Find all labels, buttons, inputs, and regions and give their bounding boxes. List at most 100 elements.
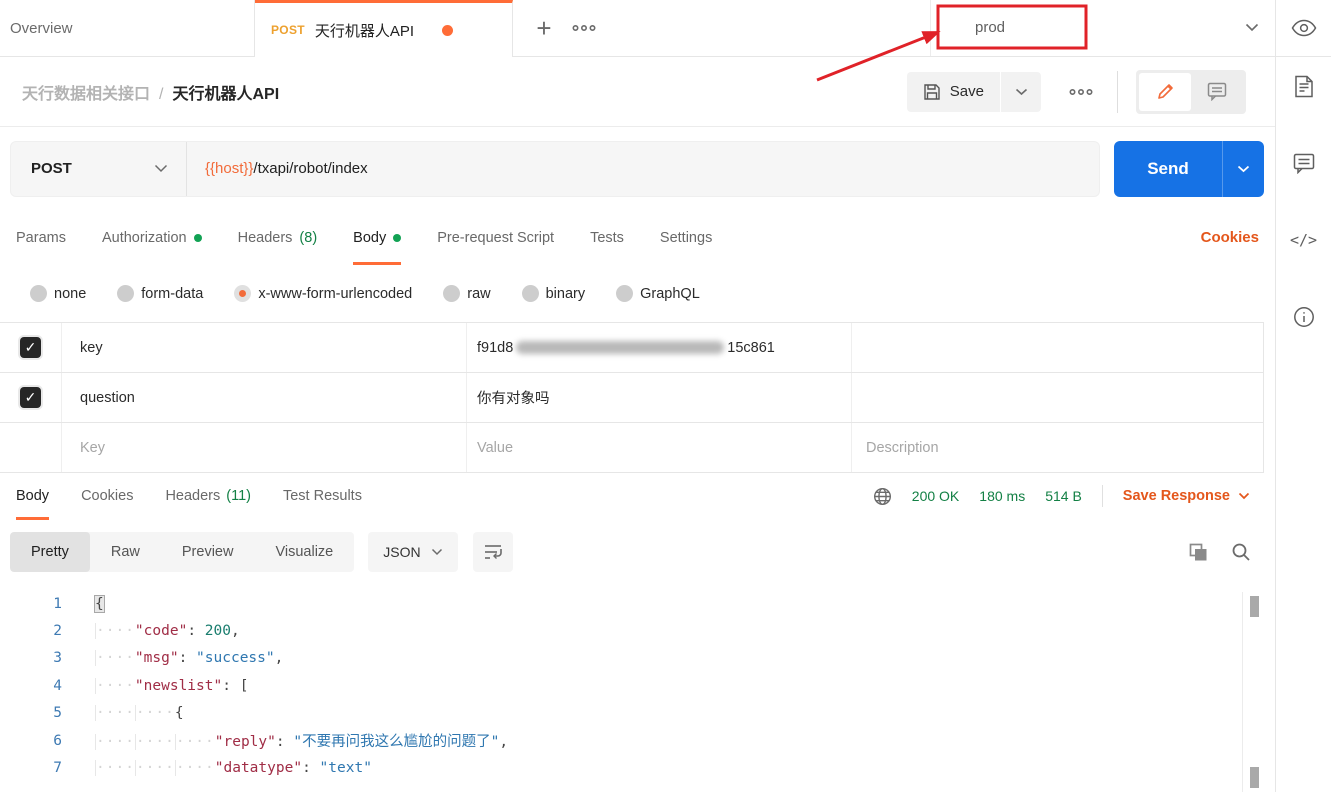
param-row: ✓ question 你有对象吗	[0, 373, 1263, 423]
search-response-icon[interactable]	[1231, 542, 1251, 562]
chevron-down-icon	[431, 548, 443, 556]
param-key-cell[interactable]: Key	[62, 423, 467, 472]
cookies-link[interactable]: Cookies	[1201, 210, 1259, 265]
tab-body[interactable]: Body	[353, 210, 401, 265]
view-pretty[interactable]: Pretty	[10, 532, 90, 572]
param-value-cell[interactable]: Value	[467, 423, 852, 472]
mode-none[interactable]: none	[30, 285, 86, 302]
urlencoded-params-table: ✓ key f91d815c861 ✓ question 你有对象吗 Key V…	[0, 322, 1264, 473]
body-mode-selector: none form-data x-www-form-urlencoded raw…	[0, 265, 1275, 322]
response-scrollbar[interactable]	[1242, 592, 1258, 792]
header-divider	[1117, 71, 1118, 113]
format-dropdown[interactable]: JSON	[368, 532, 457, 572]
tab-overview[interactable]: Overview	[0, 0, 255, 56]
mode-form-data[interactable]: form-data	[117, 285, 203, 302]
view-visualize[interactable]: Visualize	[254, 532, 354, 572]
param-description-cell[interactable]	[852, 373, 1263, 422]
mode-binary[interactable]: binary	[522, 285, 586, 302]
code-line: 5········{	[0, 700, 1275, 727]
view-raw[interactable]: Raw	[90, 532, 161, 572]
comment-icon	[1207, 82, 1227, 101]
redacted-value	[516, 341, 724, 354]
save-button[interactable]: Save	[907, 72, 1000, 112]
save-response-button[interactable]: Save Response	[1123, 488, 1250, 504]
response-code: 1{2····"code": 200,3····"msg": "success"…	[0, 590, 1275, 782]
response-tab-cookies[interactable]: Cookies	[81, 472, 133, 520]
code-line: 4····"newslist": [	[0, 672, 1275, 699]
edit-mode-button[interactable]	[1139, 73, 1191, 111]
mode-graphql[interactable]: GraphQL	[616, 285, 700, 302]
floppy-icon	[923, 83, 941, 101]
param-key-cell[interactable]: key	[62, 323, 467, 372]
request-tabs: Params Authorization Headers(8) Body Pre…	[0, 210, 1275, 265]
checkbox-checked-icon[interactable]: ✓	[20, 387, 41, 408]
row-check-cell: ✓	[0, 373, 62, 422]
tab-request[interactable]: POST 天行机器人API	[255, 0, 513, 57]
view-preview[interactable]: Preview	[161, 532, 255, 572]
param-key-cell[interactable]: question	[62, 373, 467, 422]
param-description-cell[interactable]	[852, 323, 1263, 372]
environment-chevron-icon[interactable]	[1245, 23, 1259, 32]
param-value-cell[interactable]: f91d815c861	[467, 323, 852, 372]
param-row-empty: Key Value Description	[0, 423, 1263, 473]
tab-request-title: 天行机器人API	[315, 20, 414, 41]
response-tab-body[interactable]: Body	[16, 472, 49, 520]
send-options-chevron-icon[interactable]	[1222, 141, 1264, 197]
unsaved-dot-icon	[442, 25, 453, 36]
code-line: 7············"datatype": "text"	[0, 754, 1275, 781]
breadcrumb: 天行数据相关接口 / 天行机器人API	[22, 80, 279, 104]
mode-x-www-form-urlencoded[interactable]: x-www-form-urlencoded	[234, 285, 412, 302]
method-dropdown[interactable]: POST	[11, 142, 187, 196]
row-check-cell	[0, 423, 62, 472]
tab-options-icon[interactable]	[567, 13, 601, 43]
radio-selected-icon	[234, 285, 251, 302]
environment-quicklook[interactable]	[1276, 0, 1331, 57]
param-description-cell[interactable]: Description	[852, 423, 1263, 472]
scrollbar-thumb[interactable]	[1250, 767, 1259, 788]
tab-tests[interactable]: Tests	[590, 210, 624, 265]
green-dot-icon	[194, 234, 202, 242]
response-toolbar-right	[1189, 542, 1251, 562]
breadcrumb-collection[interactable]: 天行数据相关接口	[22, 80, 150, 104]
meta-divider	[1102, 485, 1103, 507]
comment-mode-button[interactable]	[1191, 73, 1243, 111]
documentation-icon[interactable]	[1292, 74, 1316, 98]
scrollbar-thumb[interactable]	[1250, 596, 1259, 617]
copy-response-icon[interactable]	[1189, 543, 1208, 562]
row-check-cell: ✓	[0, 323, 62, 372]
send-button[interactable]: Send	[1114, 141, 1264, 197]
wrap-text-button[interactable]	[473, 532, 513, 572]
code-line: 6············"reply": "不要再问我这么尴尬的问题了",	[0, 727, 1275, 754]
tab-headers[interactable]: Headers(8)	[238, 210, 318, 265]
response-tab-test-results[interactable]: Test Results	[283, 472, 362, 520]
param-value-cell[interactable]: 你有对象吗	[467, 373, 852, 422]
new-tab-button[interactable]: +	[529, 13, 559, 43]
info-icon[interactable]	[1292, 305, 1316, 329]
line-number: 1	[0, 596, 62, 612]
edit-comment-toggle	[1136, 70, 1246, 114]
comments-icon[interactable]	[1292, 151, 1316, 175]
mode-raw[interactable]: raw	[443, 285, 490, 302]
right-icon-rail: </>	[1276, 0, 1331, 792]
tab-settings[interactable]: Settings	[660, 210, 712, 265]
send-label: Send	[1114, 141, 1222, 197]
tab-authorization[interactable]: Authorization	[102, 210, 202, 265]
code-snippet-icon[interactable]: </>	[1292, 228, 1316, 252]
response-tab-headers[interactable]: Headers(11)	[165, 472, 251, 520]
radio-icon	[117, 285, 134, 302]
network-globe-icon[interactable]	[873, 487, 892, 506]
save-options-chevron-icon[interactable]	[1001, 72, 1041, 112]
request-header-actions: Save	[907, 70, 1246, 114]
checkbox-checked-icon[interactable]: ✓	[20, 337, 41, 358]
tab-pre-request-script[interactable]: Pre-request Script	[437, 210, 554, 265]
radio-icon	[30, 285, 47, 302]
environment-selector[interactable]: prod	[938, 6, 1086, 48]
url-path: /txapi/robot/index	[253, 160, 367, 177]
line-number: 7	[0, 760, 62, 776]
url-input[interactable]: {{host}}/txapi/robot/index	[187, 142, 1099, 196]
save-label: Save	[950, 83, 984, 100]
chevron-down-icon	[154, 164, 168, 173]
tab-params[interactable]: Params	[16, 210, 66, 265]
radio-icon	[616, 285, 633, 302]
request-more-options-icon[interactable]	[1063, 74, 1099, 110]
